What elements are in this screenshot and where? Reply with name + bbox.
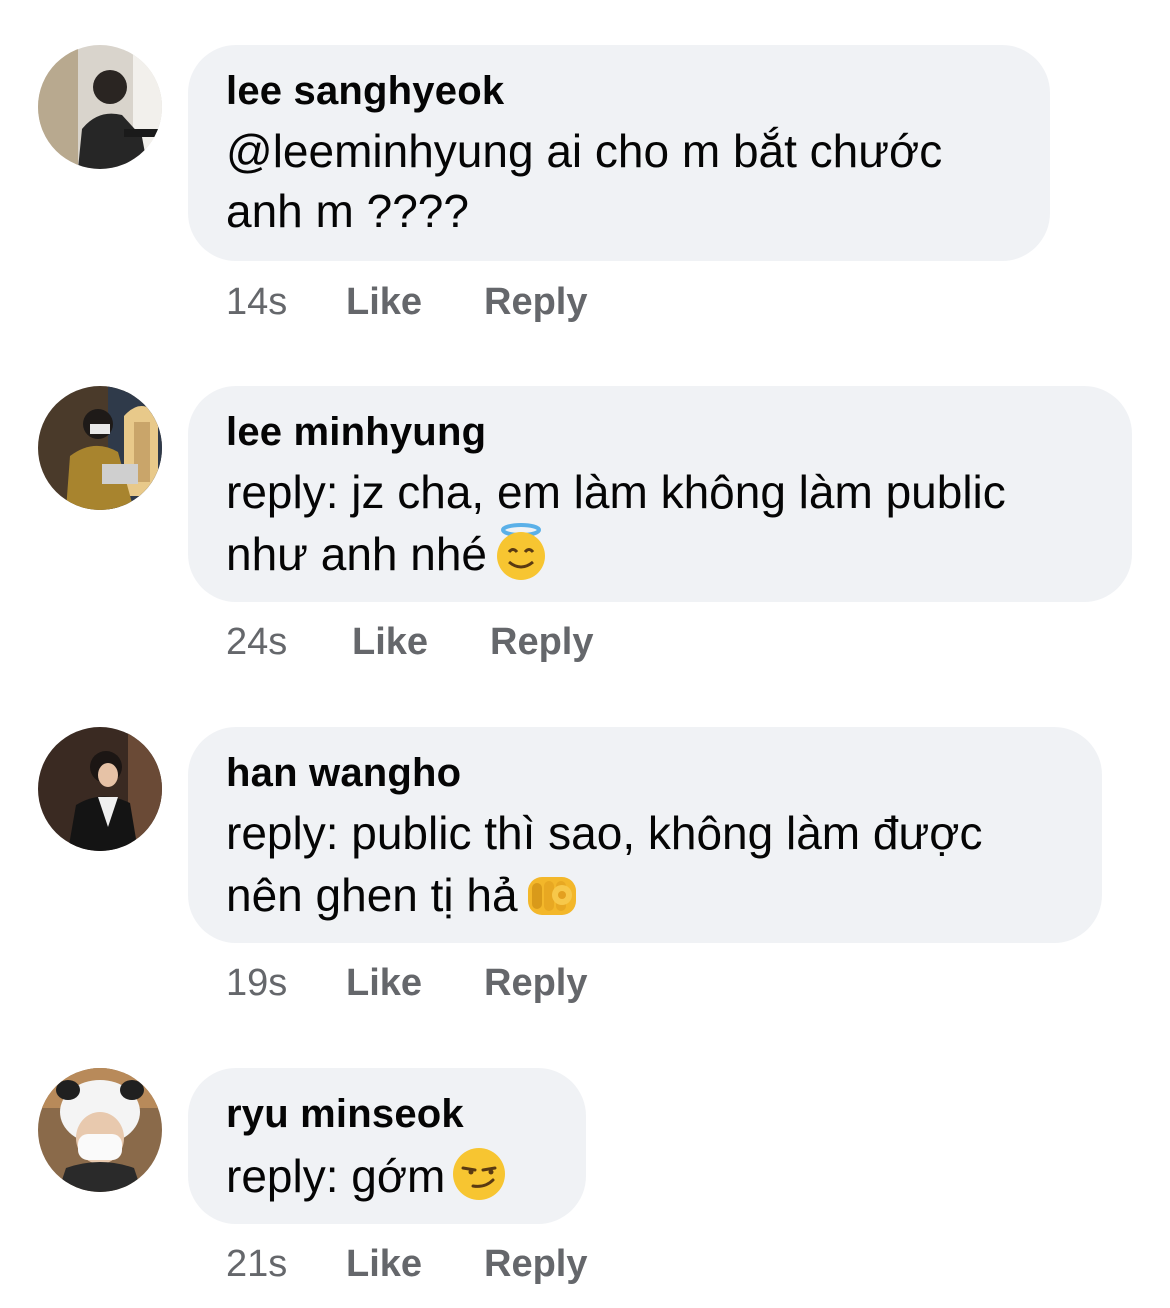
avatar[interactable] (38, 45, 162, 169)
reply-button[interactable]: Reply (484, 1242, 587, 1286)
comment-text: reply: jz cha, em làm không làm public n… (226, 462, 1094, 584)
avatar-photo-icon (38, 1068, 162, 1192)
avatar-photo-icon (38, 45, 162, 169)
avatar-photo-icon (38, 386, 162, 510)
reply-button[interactable]: Reply (484, 961, 587, 1005)
comment-body: reply: public thì sao, không làm được nê… (226, 807, 983, 921)
comment-bubble: han wangho reply: public thì sao, không … (188, 727, 1102, 943)
comment-bubble: lee minhyung reply: jz cha, em làm không… (188, 386, 1132, 602)
comment-actions: 21s Like Reply (226, 1242, 587, 1286)
comment-text: reply: gớm (226, 1144, 548, 1206)
comment-body: @leeminhyung ai cho m bắt chước anh m ??… (226, 125, 943, 237)
comment-timestamp: 14s (226, 281, 288, 323)
reply-button[interactable]: Reply (490, 620, 593, 664)
comment-text: @leeminhyung ai cho m bắt chước anh m ??… (226, 121, 1012, 241)
reply-button[interactable]: Reply (484, 280, 587, 324)
comment-bubble: ryu minseok reply: gớm (188, 1068, 586, 1224)
smirking-face-icon (449, 1144, 509, 1204)
comment-author[interactable]: lee sanghyeok (226, 67, 1012, 115)
comment-author[interactable]: han wangho (226, 749, 1064, 797)
avatar-photo-icon (38, 727, 162, 851)
comment-text: reply: public thì sao, không làm được nê… (226, 803, 1064, 925)
like-button[interactable]: Like (346, 1242, 484, 1286)
comment-body: reply: jz cha, em làm không làm public n… (226, 466, 1006, 580)
comment-timestamp: 21s (226, 1243, 288, 1285)
like-button[interactable]: Like (352, 620, 490, 664)
like-button[interactable]: Like (346, 280, 484, 324)
avatar[interactable] (38, 727, 162, 851)
comment-timestamp: 24s (226, 621, 288, 663)
smiling-face-with-halo-icon (491, 522, 551, 582)
comment-bubble: lee sanghyeok @leeminhyung ai cho m bắt … (188, 45, 1050, 261)
comment-author[interactable]: ryu minseok (226, 1090, 548, 1138)
comment-timestamp: 19s (226, 962, 288, 1004)
comment-actions: 19s Like Reply (226, 961, 587, 1005)
comment-actions: 14s Like Reply (226, 280, 587, 324)
like-button[interactable]: Like (346, 961, 484, 1005)
comment-body: reply: gớm (226, 1150, 446, 1202)
avatar[interactable] (38, 386, 162, 510)
backhand-index-pointing-at-viewer-icon (522, 863, 582, 923)
comment-author[interactable]: lee minhyung (226, 408, 1094, 456)
avatar[interactable] (38, 1068, 162, 1192)
comment-actions: 24s Like Reply (226, 620, 593, 664)
